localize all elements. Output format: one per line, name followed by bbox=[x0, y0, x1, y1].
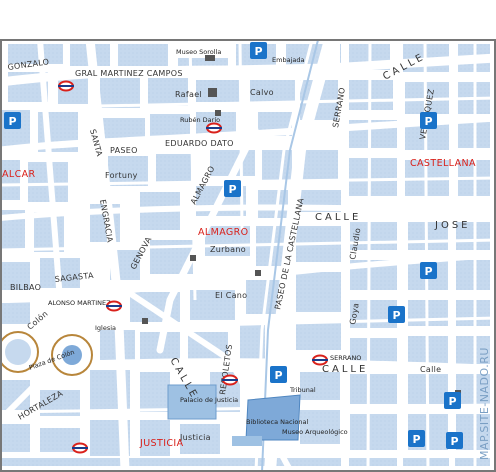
parking-icon: P bbox=[420, 262, 437, 279]
poi-label-serrano-metro: SERRANO bbox=[330, 354, 361, 362]
street-label-justicia: Justicia bbox=[179, 433, 211, 442]
parking-icon: P bbox=[224, 180, 241, 197]
poi-label-alonso-martinez: ALONSO MARTINEZ bbox=[48, 299, 111, 307]
parking-icon: P bbox=[250, 42, 267, 59]
street-label-calle-lower: CALLE bbox=[322, 364, 368, 375]
svg-text:P: P bbox=[393, 309, 401, 322]
parking-icon: P bbox=[4, 112, 21, 129]
svg-text:P: P bbox=[9, 115, 17, 128]
district-label-almagro: ALMAGRO bbox=[198, 227, 249, 238]
poi-label-embajada: Embajada bbox=[272, 56, 304, 64]
street-label-fortuny: Fortuny bbox=[105, 171, 138, 180]
street-label-calvo: Calvo bbox=[250, 88, 274, 97]
street-label-el-cano: El Cano bbox=[215, 291, 247, 300]
district-label-justicia: JUSTICIA bbox=[139, 438, 184, 449]
svg-text:P: P bbox=[413, 433, 421, 446]
street-label-rafael: Rafael bbox=[175, 90, 202, 99]
parking-icon: P bbox=[446, 432, 463, 449]
district-label-chamberi: ALCAR bbox=[2, 169, 36, 180]
metro-icon bbox=[222, 374, 238, 386]
metro-icon bbox=[58, 80, 74, 92]
street-label-jose: JOSE bbox=[434, 220, 471, 231]
svg-text:P: P bbox=[255, 45, 263, 58]
poi-label-palacio-justicia: Palacio de Justicia bbox=[180, 396, 238, 404]
parking-icon: P bbox=[270, 366, 287, 383]
poi-label-biblioteca: Biblioteca Nacional bbox=[246, 418, 308, 426]
poi-label-iglesia: Iglesia bbox=[95, 324, 116, 332]
svg-text:P: P bbox=[425, 265, 433, 278]
street-label-calle-mid: Calle bbox=[420, 365, 441, 374]
street-label-eduardo-dato: EDUARDO DATO bbox=[165, 139, 234, 148]
street-label-martinez-campos: GRAL MARTINEZ CAMPOS bbox=[75, 69, 183, 78]
parking-icon: P bbox=[444, 392, 461, 409]
parking-icon: P bbox=[408, 430, 425, 447]
metro-icon bbox=[206, 122, 222, 134]
street-label-bilbao: BILBAO bbox=[10, 283, 41, 292]
city-map[interactable]: GONZALO GRAL MARTINEZ CAMPOS Rafael Calv… bbox=[0, 0, 496, 472]
poi-label-museo-arqueologico: Museo Arqueológico bbox=[282, 428, 348, 436]
street-label-calle-jose: CALLE bbox=[315, 212, 361, 223]
metro-icon bbox=[312, 354, 328, 366]
metro-icon bbox=[72, 442, 88, 454]
parking-icon: P bbox=[388, 306, 405, 323]
district-label-castellana: CASTELLANA bbox=[410, 158, 476, 169]
watermark: MAP.SITE-NADO.RU bbox=[478, 347, 491, 460]
svg-text:P: P bbox=[275, 369, 283, 382]
parking-icon: P bbox=[420, 112, 437, 129]
svg-text:P: P bbox=[229, 183, 237, 196]
street-label-zurbano: Zurbano bbox=[210, 245, 246, 254]
street-label-paseo: PASEO bbox=[110, 146, 138, 155]
svg-text:P: P bbox=[425, 115, 433, 128]
svg-text:P: P bbox=[449, 395, 457, 408]
museum-garden bbox=[232, 436, 262, 446]
metro-icon bbox=[106, 300, 122, 312]
svg-text:P: P bbox=[451, 435, 459, 448]
map-top-margin bbox=[0, 0, 496, 38]
poi-label-tribunal: Tribunal bbox=[289, 386, 316, 394]
poi-label-museo-sorolla: Museo Sorolla bbox=[176, 48, 221, 56]
